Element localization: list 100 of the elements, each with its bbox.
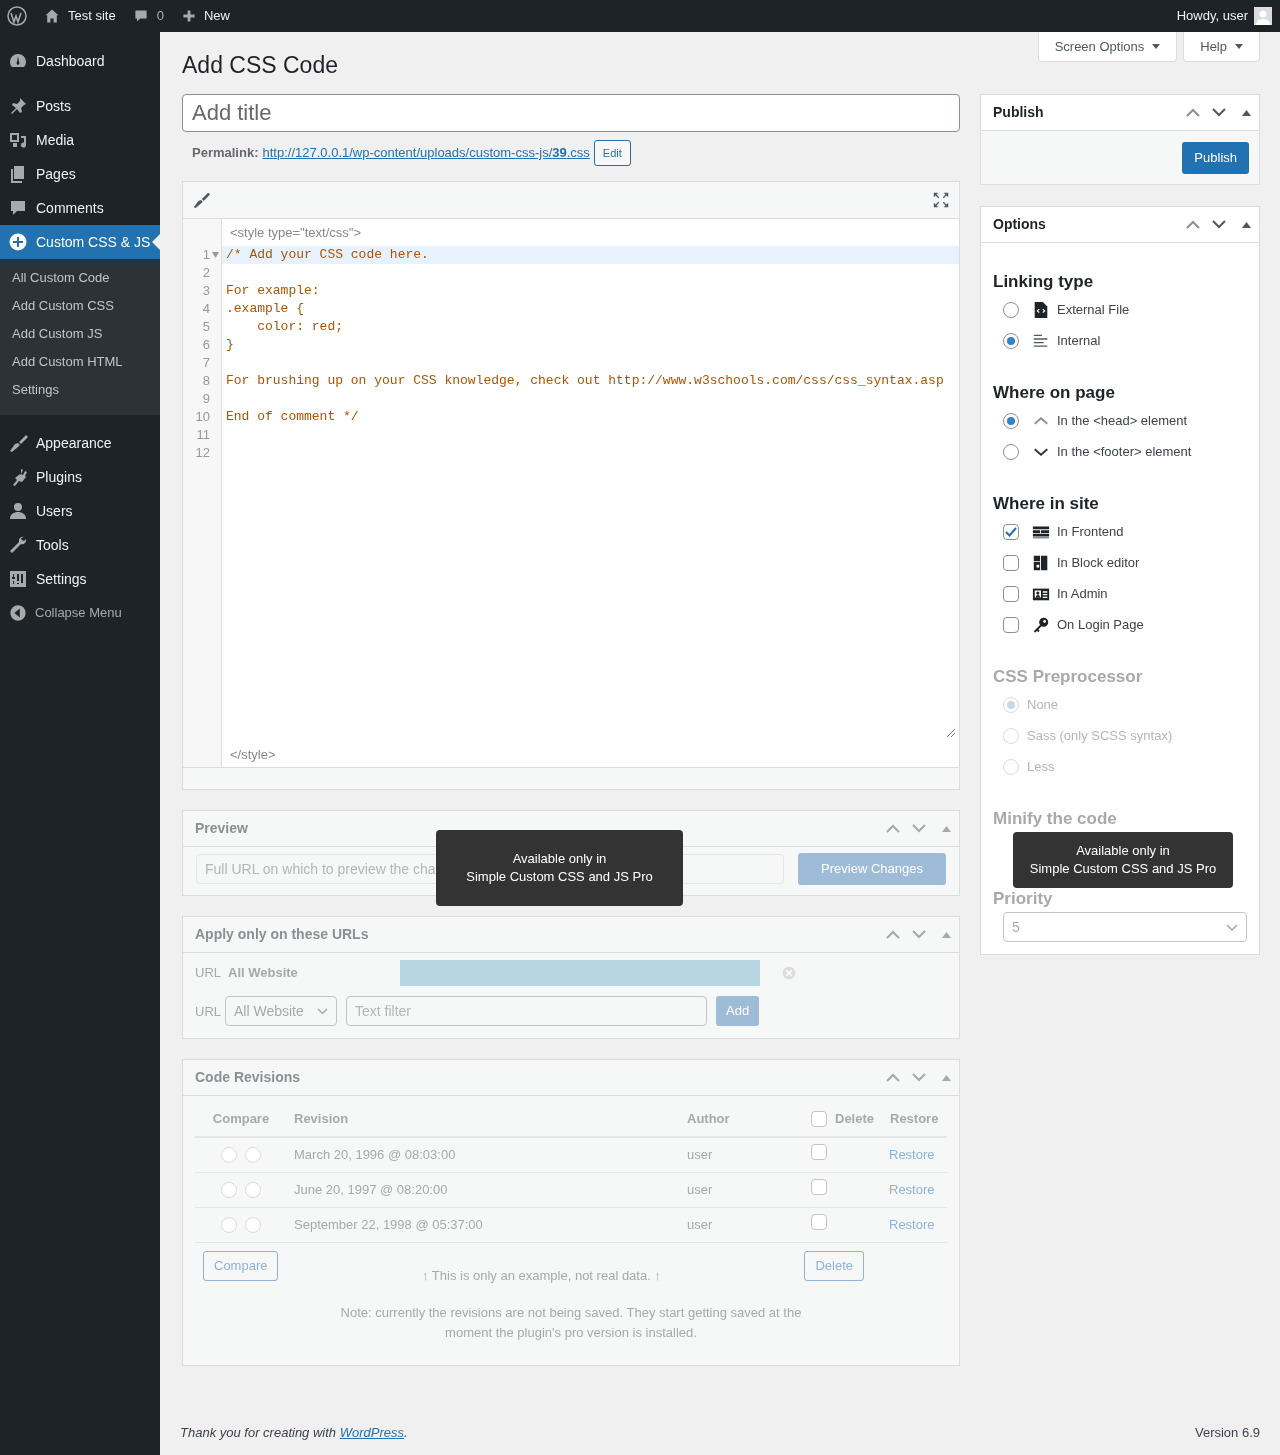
account-link[interactable]: Howdy, user [1176, 6, 1248, 26]
line-number: 3 [201, 282, 210, 301]
submenu-item[interactable]: All Custom Code [0, 264, 160, 292]
avatar-icon[interactable] [1254, 7, 1272, 25]
revision-author: user [687, 1146, 714, 1165]
sidebar-item[interactable]: Dashboard [0, 44, 160, 78]
submenu-item[interactable]: Settings [0, 376, 160, 404]
line-number: 1 [201, 246, 210, 265]
option-label: In Frontend [1057, 522, 1124, 541]
collapse-menu-button[interactable]: Collapse Menu [0, 596, 160, 630]
column-header: Restore [890, 1110, 939, 1129]
checkbox[interactable] [1003, 554, 1019, 571]
option-label: On Login Page [1057, 615, 1144, 634]
style-open-tag: <style type="text/css"> [230, 222, 361, 243]
page-title: Add CSS Code [182, 51, 338, 80]
sidebar-item[interactable]: Comments [0, 191, 160, 225]
logo-icon[interactable] [7, 6, 27, 26]
submenu-item[interactable]: Add Custom CSS [0, 292, 160, 320]
panel-title: Apply only on these URLs [195, 925, 370, 944]
column-header: Compare [211, 1110, 271, 1129]
submenu-item[interactable]: Add Custom HTML [0, 348, 160, 376]
sidebar-item[interactable]: Media [0, 123, 160, 157]
line-number: 7 [201, 354, 210, 373]
arrow-circle-icon [9, 604, 27, 622]
plus-circle-icon [8, 232, 28, 252]
radio-button[interactable] [1003, 443, 1019, 460]
option-label: In the <head> element [1057, 411, 1188, 430]
line-number: 5 [201, 318, 210, 337]
radio-button[interactable] [1003, 412, 1019, 429]
checkbox[interactable] [1003, 585, 1019, 602]
sidebar-item[interactable]: Plugins [0, 460, 160, 494]
radio-button[interactable] [1003, 332, 1019, 349]
panel-title: Code Revisions [195, 1068, 302, 1087]
chevron-up-icon[interactable] [1186, 108, 1200, 117]
submenu-item[interactable]: Add Custom JS [0, 320, 160, 348]
line-number: 8 [201, 372, 210, 391]
line-number: 10 [194, 408, 210, 427]
chevron-down-icon[interactable] [1212, 108, 1226, 117]
speech-bubble-icon [8, 198, 28, 218]
option-label: None [1027, 695, 1059, 714]
file-code-icon [1032, 300, 1050, 319]
triangle-icon[interactable] [1242, 221, 1251, 228]
brush-icon [8, 433, 28, 453]
revision-date: March 20, 1996 @ 08:03:00 [294, 1146, 457, 1165]
speech-bubble-icon[interactable] [132, 8, 149, 24]
line-number: 11 [195, 426, 210, 445]
tooltip: Available only in Simple Custom CSS and JS Pro [436, 830, 683, 906]
panel-title: Publish [993, 103, 1045, 122]
brush-icon [192, 191, 210, 209]
section-heading: Minify the code [993, 808, 1117, 831]
sidebar-item[interactable]: Pages [0, 157, 160, 191]
column-header: Author [687, 1110, 731, 1129]
version-text: Version 6.9 [1194, 1423, 1260, 1442]
column-header: Revision [294, 1110, 350, 1129]
permalink-label: Permalink: [192, 144, 259, 163]
triangle-icon[interactable] [1242, 109, 1251, 116]
publish-button[interactable]: Publish [1182, 141, 1249, 174]
caret-icon [1235, 44, 1243, 49]
blocks-icon [1032, 553, 1050, 572]
url-label: URL [195, 1003, 221, 1021]
chevron-down-icon[interactable] [1212, 220, 1226, 229]
section-heading: Linking type [993, 271, 1094, 294]
fold-icon[interactable] [212, 252, 219, 258]
current-pointer [152, 234, 160, 250]
footer-text: Thank you for creating with WordPress. [180, 1423, 408, 1442]
caret-icon [1152, 44, 1161, 49]
option-label: In the <footer> element [1057, 442, 1192, 461]
title-field[interactable]: Add title [182, 94, 960, 132]
checkbox[interactable] [1003, 616, 1019, 633]
revision-date: September 22, 1998 @ 05:37:00 [294, 1216, 484, 1235]
home-icon[interactable] [44, 8, 60, 24]
new-link[interactable]: New [203, 6, 230, 26]
sidebar-item[interactable]: Posts [0, 89, 160, 123]
plus-icon[interactable] [181, 9, 196, 23]
sidebar-item[interactable]: Tools [0, 528, 160, 562]
comment-count[interactable]: 0 [156, 6, 164, 26]
revisions-note: Note: currently the revisions are not being saved. They start getting saved at the moment the plugin's pro version is installed. [339, 1303, 803, 1342]
screen-options-button[interactable]: Screen Options [1037, 32, 1178, 62]
radio-button[interactable] [1003, 301, 1019, 318]
site-link[interactable]: Test site [68, 6, 116, 26]
panel-title: Preview [195, 819, 249, 838]
permalink-link[interactable]: http://127.0.0.1/wp-content/uploads/custom-css-js/39.css [262, 143, 590, 163]
chevron-up-icon[interactable] [1186, 220, 1200, 229]
help-button[interactable]: Help [1183, 32, 1260, 62]
checkbox[interactable] [1003, 523, 1019, 540]
edit-button[interactable]: Edit [593, 140, 631, 166]
line-number: 4 [201, 300, 210, 319]
style-close-tag: </style> [230, 744, 276, 765]
option-label: Internal [1057, 331, 1101, 350]
fullscreen-icon[interactable] [932, 191, 950, 209]
line-number: 6 [201, 336, 210, 355]
panel-title: Options [993, 215, 1047, 234]
line-number: 9 [201, 390, 210, 409]
sidebar-item[interactable]: Appearance [0, 426, 160, 460]
sidebar-item[interactable]: Users [0, 494, 160, 528]
code-line: color: red; [256, 318, 345, 336]
sidebar-item[interactable]: Settings [0, 562, 160, 596]
resize-handle-icon[interactable] [947, 729, 955, 737]
sidebar-item[interactable]: Custom CSS & JS [0, 225, 160, 259]
wordpress-link[interactable]: WordPress [339, 1424, 404, 1440]
